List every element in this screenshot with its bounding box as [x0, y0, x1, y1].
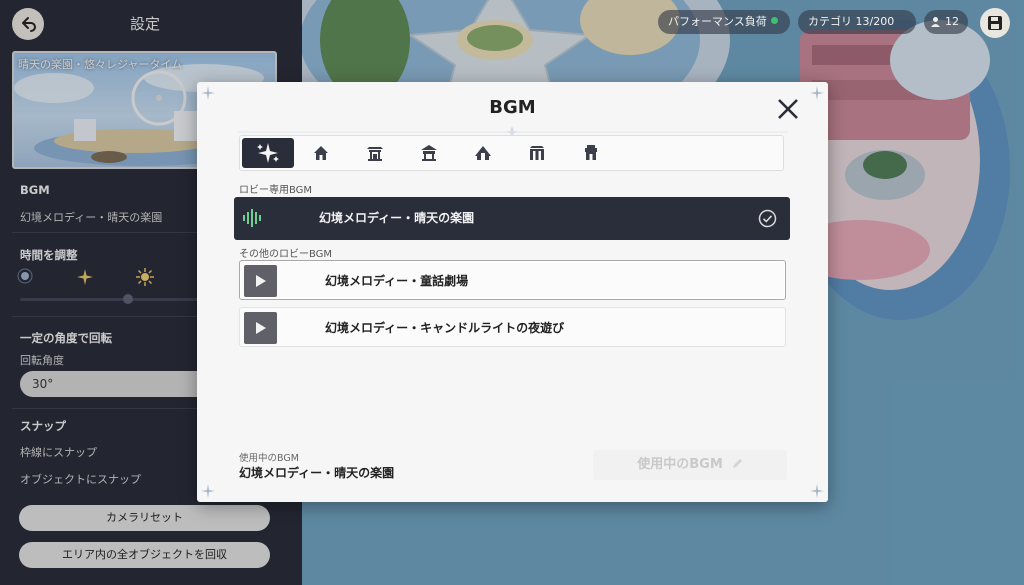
- tab-shrine[interactable]: [349, 138, 401, 168]
- save-icon: [988, 16, 1002, 30]
- bgm-track-title: 幻境メロディー・童話劇場: [325, 274, 469, 288]
- bgm-track-item[interactable]: 幻境メロディー・童話劇場: [239, 260, 786, 300]
- close-icon: [778, 99, 798, 119]
- save-button[interactable]: [980, 8, 1010, 38]
- performance-load-indicator[interactable]: パフォーマンス負荷: [658, 10, 790, 34]
- pavilion-icon: [421, 145, 437, 161]
- in-use-bgm-caption: 使用中のBGM: [239, 453, 299, 464]
- bgm-modal: BGM ロビー専用BGM 幻境メロディー・晴天の楽園 その他のロビーBGM 幻境…: [197, 82, 828, 502]
- play-button[interactable]: [244, 265, 277, 297]
- in-use-bgm-name: 幻境メロディー・晴天の楽園: [239, 466, 395, 480]
- tab-house[interactable]: [295, 138, 347, 168]
- corner-ornament-icon: [201, 484, 215, 498]
- play-icon: [255, 275, 266, 287]
- user-count-value: 12: [945, 15, 959, 28]
- check-icon: [758, 209, 777, 228]
- bgm-track-title: 幻境メロディー・晴天の楽園: [319, 211, 475, 225]
- bgm-category-tabs: [239, 135, 784, 171]
- tab-tower[interactable]: [565, 138, 617, 168]
- modal-title: BGM: [489, 97, 536, 118]
- gate-icon: [530, 146, 544, 160]
- user-count[interactable]: 12: [924, 10, 968, 34]
- in-use-bgm-button-label: 使用中のBGM: [637, 457, 723, 472]
- lobby-only-bgm-label: ロビー専用BGM: [239, 185, 313, 196]
- play-button[interactable]: [244, 312, 277, 344]
- shrine-icon: [367, 147, 383, 161]
- tab-gate[interactable]: [511, 138, 563, 168]
- tab-special[interactable]: [242, 138, 294, 168]
- bgm-track-item[interactable]: 幻境メロディー・キャンドルライトの夜遊び: [239, 307, 786, 347]
- tab-tent[interactable]: [457, 138, 509, 168]
- pencil-icon: [732, 459, 742, 468]
- performance-label: パフォーマンス負荷: [668, 15, 767, 28]
- tab-pavilion[interactable]: [403, 138, 455, 168]
- other-lobby-bgm-label: その他のロビーBGM: [239, 249, 333, 260]
- play-icon: [255, 322, 266, 334]
- user-icon: [931, 17, 940, 27]
- bgm-track-current[interactable]: 幻境メロディー・晴天の楽園: [234, 197, 790, 240]
- bgm-track-title: 幻境メロディー・キャンドルライトの夜遊び: [325, 321, 565, 335]
- category-count: カテゴリ 13/200: [798, 10, 916, 34]
- sound-wave-icon: [243, 209, 261, 227]
- in-use-bgm-button: 使用中のBGM: [593, 450, 787, 480]
- sparkle-icon: [257, 143, 279, 163]
- tent-icon: [475, 146, 491, 160]
- status-dot-icon: [770, 17, 778, 24]
- close-button[interactable]: [775, 96, 801, 122]
- house-icon: [314, 146, 328, 160]
- tower-icon: [585, 145, 597, 160]
- corner-ornament-icon: [810, 484, 824, 498]
